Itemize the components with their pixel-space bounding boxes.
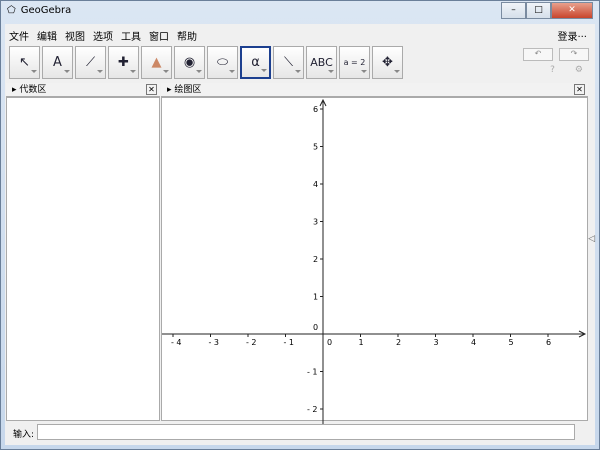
x-tick-label: 5	[509, 338, 514, 347]
maximize-button[interactable]: □	[526, 2, 551, 19]
app-window: ⬠ GeoGebra – □ ✕ 文件 编辑 视图 选项 工具 窗口 帮助 登录·…	[0, 0, 600, 450]
point-tool-icon: A	[53, 55, 62, 70]
y-tick-label: - 1	[307, 368, 318, 377]
title-bar: ⬠ GeoGebra	[7, 5, 71, 16]
x-tick-label: - 2	[246, 338, 257, 347]
menu-edit[interactable]: 编辑	[37, 28, 57, 43]
move-view-tool-icon: ✥	[382, 55, 393, 70]
help-icon[interactable]: ?	[550, 65, 555, 75]
y-tick-label: 0	[313, 323, 318, 332]
window-title: GeoGebra	[20, 5, 72, 16]
slider-tool-icon: a = 2	[343, 58, 366, 67]
menu-bar: 文件 编辑 视图 选项 工具 窗口 帮助	[5, 24, 595, 43]
tool-button[interactable]: ABC	[306, 46, 337, 79]
close-view-icon[interactable]: ✕	[574, 84, 585, 95]
graphics-view[interactable]: - 4 - 3 - 2 - 1 0 1 2 3 4 5 6 - 2 - 1 0 1 2 3 4 5 6	[161, 97, 588, 424]
undo-button[interactable]: ↶	[523, 48, 553, 61]
text-tool-icon: ABC	[310, 56, 333, 69]
tool-button[interactable]: ↖	[9, 46, 40, 79]
tool-button[interactable]: A	[42, 46, 73, 79]
menu-tools[interactable]: 工具	[121, 28, 141, 43]
y-tick-label: 5	[313, 143, 318, 152]
polygon-tool-icon: ▲	[151, 55, 162, 70]
menu-options[interactable]: 选项	[93, 28, 113, 43]
input-label: 输入:	[13, 430, 35, 440]
input-bar: 输入:	[5, 421, 595, 445]
tool-button[interactable]: ⟋	[75, 46, 106, 79]
circle-center-tool-icon: ◉	[183, 55, 196, 70]
x-tick-label: 3	[434, 338, 439, 347]
tool-button[interactable]: ⬭	[207, 46, 238, 79]
x-tick-label: - 1	[284, 338, 295, 347]
toolbar: ↖ A ⟋ ✚ ▲ ◉ ⬭ α ⟍ ABC a = 2 ✥	[9, 46, 403, 79]
tool-button[interactable]: a = 2	[339, 46, 370, 79]
graphics-title: 绘图区	[174, 85, 202, 95]
tool-button[interactable]: α	[240, 46, 271, 79]
x-tick-label: 0	[327, 338, 332, 347]
y-tick-label: - 2	[307, 405, 318, 414]
perpendicular-tool-icon: ✚	[118, 55, 129, 70]
x-tick-label: 2	[396, 338, 401, 347]
x-tick-label: - 3	[209, 338, 220, 347]
conic-tool-icon: ⬭	[216, 55, 229, 70]
menu-window[interactable]: 窗口	[149, 28, 169, 43]
y-tick-label: 6	[313, 105, 318, 114]
tool-button[interactable]: ▲	[141, 46, 172, 79]
algebra-view[interactable]	[6, 97, 160, 421]
menu-file[interactable]: 文件	[9, 28, 29, 43]
input-field[interactable]	[37, 424, 575, 440]
login-link[interactable]: 登录···	[557, 28, 587, 43]
y-tick-label: 2	[313, 255, 318, 264]
y-tick-label: 1	[313, 293, 318, 302]
coordinate-axes: - 4 - 3 - 2 - 1 0 1 2 3 4 5 6 - 2 - 1 0 1 2 3 4 5 6	[162, 98, 587, 424]
tool-button[interactable]: ◉	[174, 46, 205, 79]
reflect-tool-icon: ⟍	[283, 55, 294, 70]
algebra-title: 代数区	[19, 85, 47, 95]
menu-view[interactable]: 视图	[65, 28, 85, 43]
x-tick-label: 1	[359, 338, 364, 347]
x-tick-label: 4	[471, 338, 476, 347]
x-tick-label: 6	[546, 338, 551, 347]
y-tick-label: 4	[313, 180, 318, 189]
geogebra-logo-icon: ⬠	[7, 5, 16, 16]
sidebar-toggle-icon[interactable]: ◁	[588, 234, 595, 244]
algebra-header: ▸ 代数区 ✕	[6, 83, 160, 97]
angle-tool-icon: α	[251, 55, 260, 70]
settings-icon[interactable]: ⚙	[575, 65, 583, 75]
graphics-header: ▸ 绘图区 ✕	[161, 83, 588, 97]
tool-button[interactable]: ✚	[108, 46, 139, 79]
line-tool-icon: ⟋	[85, 55, 96, 70]
redo-button[interactable]: ↷	[559, 48, 589, 61]
minimize-button[interactable]: –	[501, 2, 526, 19]
move-tool-icon: ↖	[19, 55, 30, 70]
close-button[interactable]: ✕	[551, 2, 593, 19]
x-tick-label: - 4	[171, 338, 182, 347]
y-tick-label: 3	[313, 218, 318, 227]
close-view-icon[interactable]: ✕	[146, 84, 157, 95]
tool-button[interactable]: ⟍	[273, 46, 304, 79]
tool-button[interactable]: ✥	[372, 46, 403, 79]
menu-help[interactable]: 帮助	[177, 28, 197, 43]
